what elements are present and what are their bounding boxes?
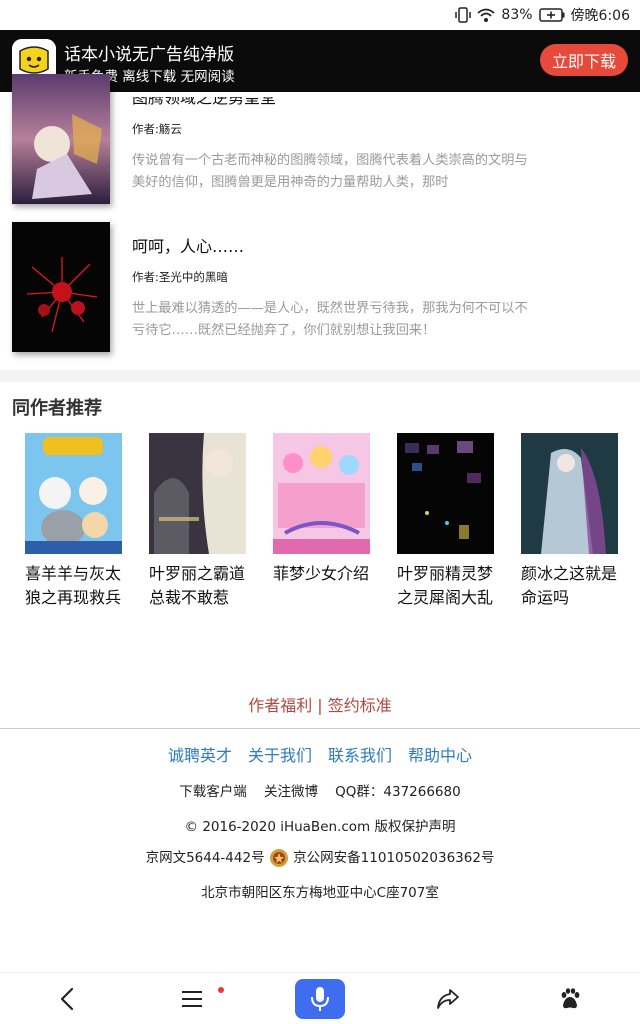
copyright-text: © 2016-2020 iHuaBen.com 版权保护声明 — [184, 819, 456, 835]
bottom-navigation — [0, 972, 640, 1024]
recommend-title[interactable]: 叶罗丽之霸道总裁不敢惹 — [149, 562, 249, 610]
author-links: 作者福利 | 签约标准 — [0, 692, 640, 716]
book-cover[interactable] — [12, 222, 110, 352]
police-record[interactable]: 京公网安备11010502036362号 — [293, 850, 494, 866]
icp-license[interactable]: 京网文5644-442号 — [146, 850, 265, 866]
recommend-cover[interactable] — [397, 433, 494, 554]
follow-weibo-link[interactable]: 关注微博 — [264, 784, 318, 800]
battery-icon — [538, 8, 565, 22]
vibrate-icon — [455, 7, 472, 23]
footer-link-about[interactable]: 关于我们 — [248, 742, 312, 766]
recommend-cover[interactable] — [149, 433, 246, 554]
voice-search-button[interactable] — [295, 979, 345, 1019]
book-author: 作者:觞云 — [132, 122, 182, 136]
clock-time: 傍晚6:06 — [570, 8, 630, 24]
recommend-cover[interactable] — [25, 433, 122, 554]
recommend-item[interactable]: 菲梦少女介绍 — [273, 433, 373, 586]
recommend-item[interactable]: 叶罗丽之霸道总裁不敢惹 — [149, 433, 249, 610]
police-badge-icon — [269, 849, 288, 867]
book-description: 世上最难以猜透的——是人心，既然世界亏待我，那我为何不可以不亏待它……既然已经抛… — [132, 301, 528, 338]
notification-dot — [218, 987, 224, 993]
link-separator: | — [317, 696, 323, 715]
sign-standard-link[interactable]: 签约标准 — [328, 696, 392, 715]
recommend-cover[interactable] — [521, 433, 618, 554]
back-arrow-icon — [60, 987, 74, 1011]
footer-link-contact[interactable]: 联系我们 — [328, 742, 392, 766]
footer-divider — [0, 728, 640, 729]
book-author: 作者:圣光中的黑暗 — [132, 270, 228, 284]
section-divider — [0, 370, 640, 382]
download-client-link[interactable]: 下载客户端 — [179, 784, 247, 800]
recommend-title[interactable]: 喜羊羊与灰太狼之再现救兵 — [25, 562, 125, 610]
share-button[interactable] — [428, 981, 468, 1017]
footer-link-help[interactable]: 帮助中心 — [408, 742, 472, 766]
recommend-item[interactable]: 喜羊羊与灰太狼之再现救兵 — [25, 433, 125, 610]
footer-link-careers[interactable]: 诚聘英才 — [168, 742, 232, 766]
same-author-heading: 同作者推荐 — [12, 398, 102, 419]
microphone-icon — [311, 987, 329, 1011]
recommend-item[interactable]: 颜冰之这就是命运吗 — [521, 433, 621, 610]
back-button[interactable] — [48, 981, 88, 1017]
banner-title: 话本小说无广告纯净版 — [64, 45, 234, 65]
book-description: 传说曾有一个古老而神秘的图腾领域，图腾代表着人类崇高的文明与美好的信仰，图腾兽更… — [132, 153, 528, 190]
status-bar: 83% 傍晚6:06 — [0, 0, 640, 30]
baidu-home-button[interactable] — [550, 981, 590, 1017]
recommend-title[interactable]: 叶罗丽精灵梦之灵犀阁大乱 — [397, 562, 497, 610]
wifi-icon — [477, 8, 496, 22]
baidu-paw-icon — [561, 988, 580, 1009]
qq-group-text: QQ群：437266680 — [335, 784, 461, 800]
address-text: 北京市朝阳区东方梅地亚中心C座707室 — [201, 885, 439, 901]
footer-links: 诚聘英才 关于我们 联系我们 帮助中心 — [0, 742, 640, 766]
share-icon — [437, 989, 459, 1009]
recommend-title[interactable]: 颜冰之这就是命运吗 — [521, 562, 621, 610]
author-welfare-link[interactable]: 作者福利 — [248, 696, 312, 715]
book-title[interactable]: 呵呵，人心…… — [132, 233, 244, 257]
menu-icon — [182, 991, 202, 1007]
footer-contact-row: 下载客户端 关注微博 QQ群：437266680 — [0, 780, 640, 800]
download-now-button[interactable]: 立即下载 — [540, 44, 628, 76]
recommend-title[interactable]: 菲梦少女介绍 — [273, 562, 373, 586]
battery-percent: 83% — [501, 7, 533, 23]
recommend-item[interactable]: 叶罗丽精灵梦之灵犀阁大乱 — [397, 433, 497, 610]
license-row: 京网文5644-442号 京公网安备11010502036362号 — [0, 846, 640, 868]
menu-button[interactable] — [172, 981, 212, 1017]
book-cover[interactable] — [12, 74, 110, 204]
recommend-cover[interactable] — [273, 433, 370, 554]
